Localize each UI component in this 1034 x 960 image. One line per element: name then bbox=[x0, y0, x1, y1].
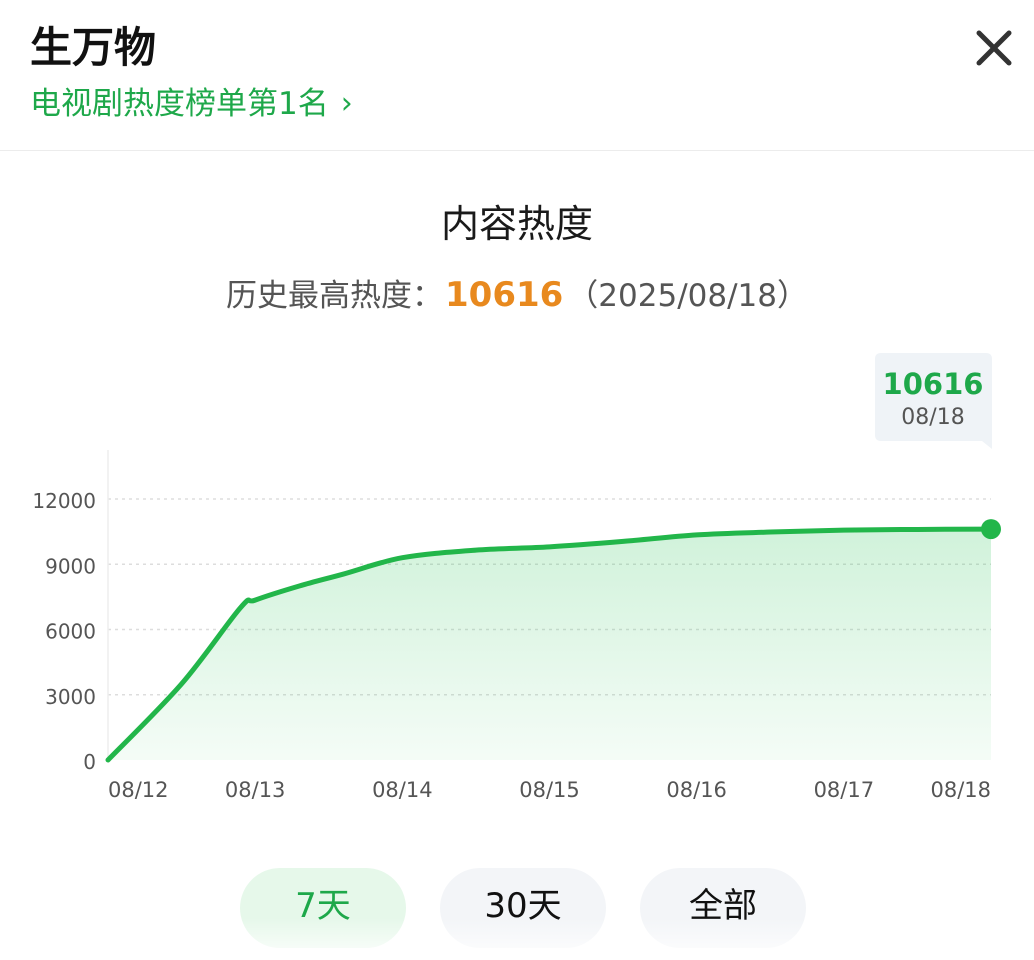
heat-chart: 030006000900012000 08/12 08/13 08/14 08/15 0… bbox=[32, 353, 1001, 802]
peak-summary: 历史最高热度：10616 （2025/08/18） bbox=[0, 272, 1034, 319]
highlight-point[interactable] bbox=[981, 519, 1001, 540]
y-tick-label: 3000 bbox=[45, 685, 96, 709]
tooltip: 10616 08/18 bbox=[875, 353, 992, 449]
peak-value: 10616 bbox=[445, 275, 564, 315]
x-tick-label: 08/12 bbox=[108, 778, 169, 802]
x-tick-label: 08/18 bbox=[930, 778, 991, 802]
peak-label: 历史最高热度： bbox=[226, 278, 443, 314]
close-button[interactable] bbox=[972, 26, 1016, 70]
y-tick-label: 6000 bbox=[45, 620, 96, 644]
y-tick-label: 9000 bbox=[45, 554, 96, 578]
page-title: 生万物 bbox=[30, 23, 157, 72]
series-area bbox=[108, 529, 991, 760]
close-icon bbox=[976, 30, 1012, 66]
y-tick-label: 0 bbox=[83, 750, 96, 774]
chart-title: 内容热度 bbox=[440, 202, 593, 246]
x-tick-label: 08/13 bbox=[225, 778, 286, 802]
y-axis: 0 3000 6000 9000 12000 bbox=[32, 489, 96, 774]
rank-link-label: 电视剧热度榜单第1名 bbox=[30, 86, 329, 122]
chevron-right-icon: › bbox=[340, 86, 353, 121]
bottom-fade bbox=[0, 918, 1034, 960]
x-tick-label: 08/17 bbox=[814, 778, 875, 802]
tooltip-date: 08/18 bbox=[901, 405, 964, 430]
y-tick-label: 12000 bbox=[32, 489, 96, 513]
area-fill bbox=[108, 529, 991, 760]
x-axis: 08/12 08/13 08/14 08/15 08/16 08/17 08/18 bbox=[108, 778, 991, 802]
x-tick-label: 08/14 bbox=[372, 778, 433, 802]
x-tick-label: 08/15 bbox=[519, 778, 580, 802]
x-tick-label: 08/16 bbox=[666, 778, 727, 802]
peak-date: （2025/08/18） bbox=[567, 278, 808, 314]
tooltip-value: 10616 bbox=[883, 367, 984, 401]
header: 生万物 电视剧热度榜单第1名 › bbox=[0, 0, 1034, 151]
rank-link[interactable]: 电视剧热度榜单第1名 › bbox=[30, 82, 353, 126]
